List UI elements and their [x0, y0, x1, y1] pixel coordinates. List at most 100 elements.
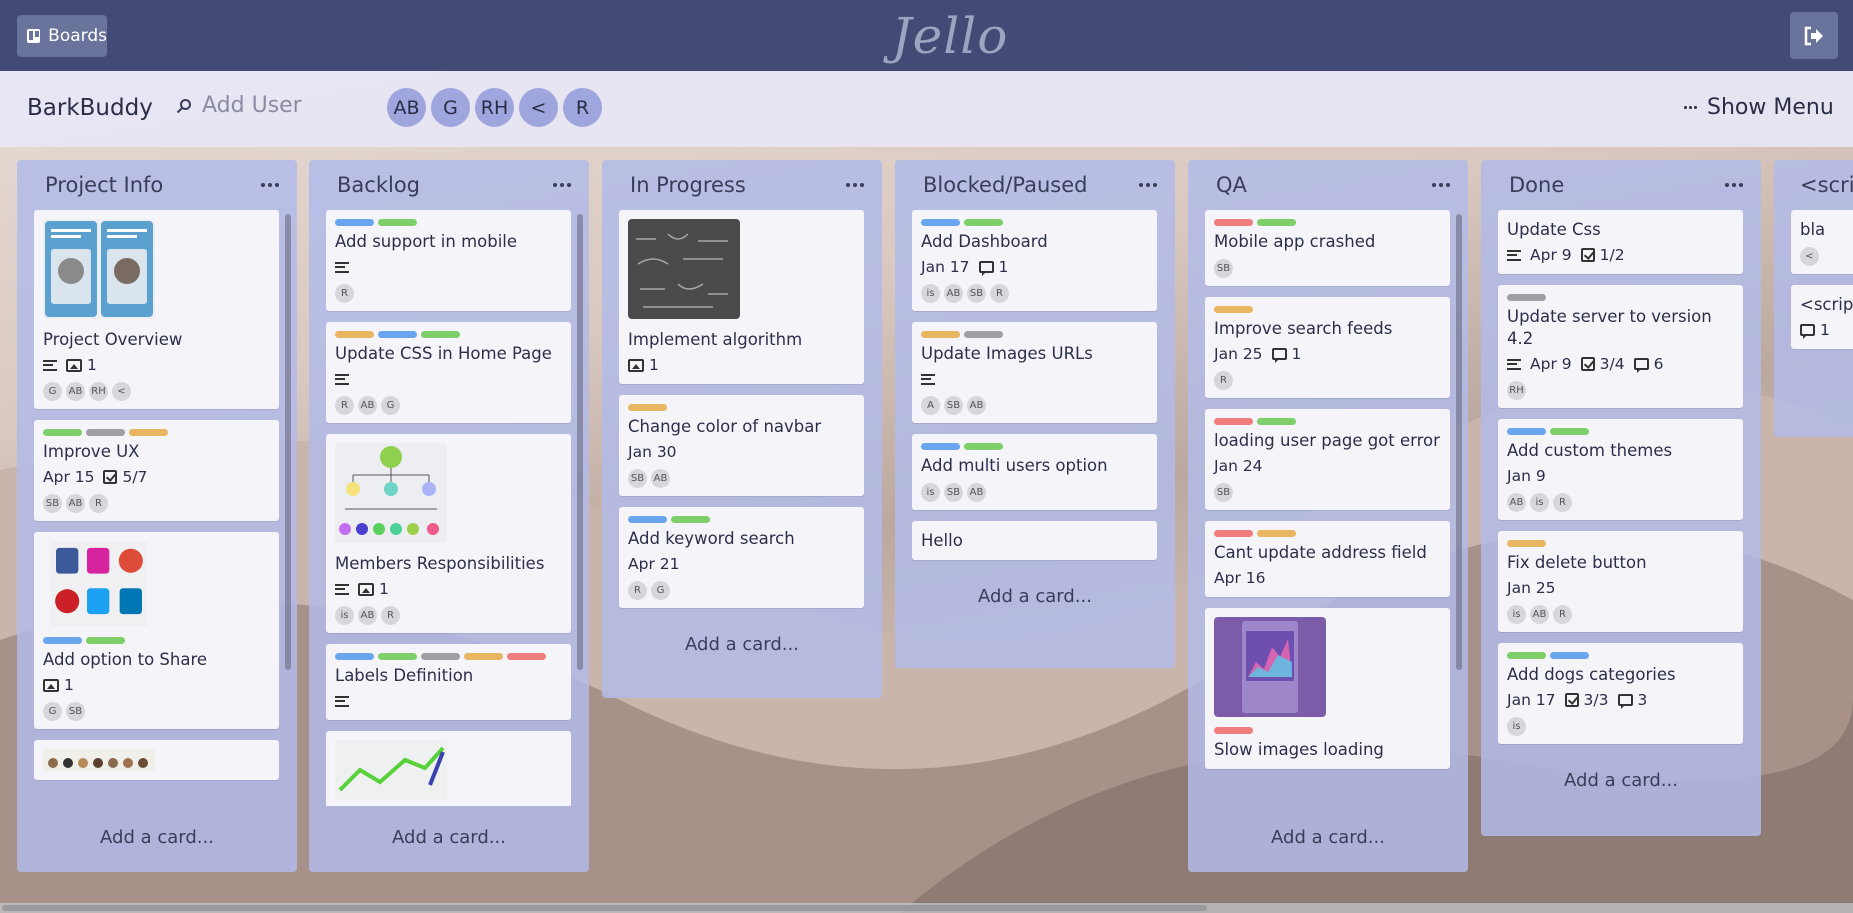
card[interactable] — [34, 740, 279, 780]
comment-count: 1 — [1291, 345, 1302, 363]
list-menu-icon[interactable] — [1139, 183, 1157, 187]
card[interactable]: Add option to Share 1 G SB — [34, 532, 279, 729]
add-user-input[interactable]: Add User — [176, 93, 302, 118]
card-cover-image — [50, 541, 148, 627]
list-title[interactable]: Done — [1509, 173, 1564, 197]
card-title: Update Images URLs — [921, 344, 1093, 363]
card[interactable]: Project Overview 1 G AB RH < — [34, 210, 279, 409]
checklist-icon — [1580, 248, 1595, 262]
card[interactable]: Update server to version 4.2 Apr 9 3/4 6… — [1498, 285, 1743, 408]
member-avatar[interactable]: R — [563, 88, 602, 127]
horizontal-scrollbar[interactable] — [0, 903, 1853, 913]
description-icon — [335, 583, 349, 595]
avatar: SB — [1214, 483, 1233, 502]
ellipsis-icon — [1684, 106, 1697, 109]
label-green — [43, 429, 82, 436]
avatar: is — [1507, 605, 1526, 624]
add-card-button[interactable]: Add a card... — [602, 619, 882, 669]
label-green — [1507, 652, 1546, 659]
search-icon — [176, 98, 191, 113]
scrollbar-thumb[interactable] — [2, 905, 1207, 911]
board-title[interactable]: BarkBuddy — [27, 95, 153, 121]
avatar: SB — [944, 483, 963, 502]
card[interactable]: Add Dashboard Jan 17 1 is AB SB R — [912, 210, 1157, 311]
member-avatar[interactable]: < — [519, 88, 558, 127]
card[interactable]: Change color of navbar Jan 30 SB AB — [619, 395, 864, 496]
card[interactable]: Mobile app crashed SB — [1205, 210, 1450, 286]
avatar: R — [1553, 605, 1572, 624]
add-card-button[interactable]: Add a card... — [1188, 812, 1468, 862]
card[interactable]: Improve search feeds Jan 25 1 R — [1205, 297, 1450, 398]
image-count: 1 — [64, 676, 74, 694]
member-avatar[interactable]: G — [431, 88, 470, 127]
avatar: G — [651, 581, 670, 600]
card-title: Update Css — [1507, 220, 1601, 239]
card-title: Fix delete button — [1507, 553, 1647, 572]
add-card-button[interactable]: Add a card... — [1481, 755, 1761, 805]
boards-button[interactable]: Boards — [17, 15, 107, 57]
card-title: loading user page got error — [1214, 431, 1440, 450]
card[interactable]: Add dogs categories Jan 17 3/3 3 is — [1498, 643, 1743, 744]
add-card-button[interactable]: Add a card... — [17, 812, 297, 862]
member-avatar[interactable]: AB — [387, 88, 426, 127]
card[interactable]: Update Css Apr 9 1/2 — [1498, 210, 1743, 274]
avatar: R — [335, 396, 354, 415]
card[interactable]: Fix delete button Jan 25 is AB R — [1498, 531, 1743, 632]
card[interactable]: Cant update address field Apr 16 — [1205, 521, 1450, 597]
card[interactable]: Add support in mobile R — [326, 210, 571, 311]
add-card-button[interactable]: Add a card... — [895, 571, 1175, 621]
card[interactable]: loading user page got error Jan 24 SB — [1205, 409, 1450, 510]
app-logo[interactable]: Jello — [880, 2, 1020, 70]
list-project-info: Project Info Project Overview 1 G AB RH … — [17, 160, 297, 872]
avatar: R — [89, 494, 108, 513]
card[interactable]: Slow images loading — [1205, 608, 1450, 769]
due-date: Jan 25 — [1214, 345, 1263, 363]
list-menu-icon[interactable] — [846, 183, 864, 187]
avatar: G — [43, 702, 62, 721]
card[interactable]: Members Responsibilities 1 is AB R — [326, 434, 571, 633]
logout-button[interactable] — [1790, 12, 1838, 59]
card-cover-image — [335, 443, 447, 543]
card[interactable]: Implement algorithm 1 — [619, 210, 864, 384]
list-title[interactable]: QA — [1216, 173, 1247, 197]
card[interactable]: Add multi users option is SB AB — [912, 434, 1157, 510]
label-orange — [1507, 540, 1546, 547]
show-menu-button[interactable]: Show Menu — [1684, 95, 1834, 120]
description-icon — [1507, 358, 1521, 370]
card[interactable]: Update Images URLs A SB AB — [912, 322, 1157, 423]
member-avatar[interactable]: RH — [475, 88, 514, 127]
card[interactable]: Update CSS in Home Page R AB G — [326, 322, 571, 423]
card[interactable]: Labels Definition — [326, 644, 571, 720]
list-title[interactable]: <scrip — [1800, 173, 1853, 197]
card-title: Add keyword search — [628, 529, 795, 548]
card[interactable]: Add keyword search Apr 21 R G — [619, 507, 864, 608]
card[interactable]: <script 1 — [1791, 285, 1853, 349]
label-blue — [1550, 652, 1589, 659]
list-title[interactable]: Blocked/Paused — [923, 173, 1087, 197]
avatar: G — [381, 396, 400, 415]
avatar: AB — [66, 494, 85, 513]
avatar: AB — [944, 284, 963, 303]
checklist-icon — [103, 470, 118, 484]
label-green — [378, 219, 417, 226]
label-green — [86, 637, 125, 644]
list-menu-icon[interactable] — [553, 183, 571, 187]
list-menu-icon[interactable] — [261, 183, 279, 187]
due-date: Apr 21 — [628, 555, 680, 573]
add-card-button[interactable]: Add a card... — [309, 812, 589, 862]
list-title[interactable]: In Progress — [630, 173, 746, 197]
list-title[interactable]: Project Info — [45, 173, 163, 197]
label-orange — [628, 404, 667, 411]
comment-count: 1 — [1820, 321, 1830, 339]
card[interactable]: Hello — [912, 521, 1157, 560]
card[interactable]: Add custom themes Jan 9 AB is R — [1498, 419, 1743, 520]
list-menu-icon[interactable] — [1725, 183, 1743, 187]
list-title[interactable]: Backlog — [337, 173, 420, 197]
comment-icon — [1271, 348, 1287, 363]
card[interactable] — [326, 731, 571, 806]
card-title: Add option to Share — [43, 650, 208, 669]
card[interactable]: Improve UX Apr 15 5/7 SB AB R — [34, 420, 279, 521]
card[interactable]: bla < — [1791, 210, 1853, 274]
list-menu-icon[interactable] — [1432, 183, 1450, 187]
label-red — [1214, 418, 1253, 425]
